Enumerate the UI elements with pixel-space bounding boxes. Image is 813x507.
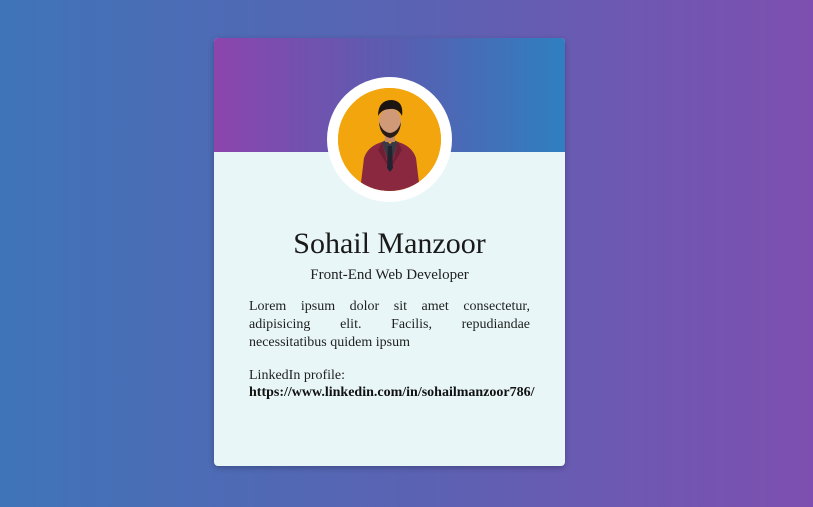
profile-name: Sohail Manzoor	[293, 227, 486, 260]
profile-photo	[338, 88, 441, 191]
avatar	[338, 88, 441, 191]
avatar-frame	[327, 77, 452, 202]
profile-bio: Lorem ipsum dolor sit amet consectetur, …	[249, 299, 530, 350]
linkedin-link[interactable]: https://www.linkedin.com/in/sohailmanzoo…	[249, 384, 534, 402]
profile-role: Front-End Web Developer	[310, 267, 469, 283]
profile-card: Sohail Manzoor Front-End Web Developer L…	[214, 38, 565, 466]
linkedin-label: LinkedIn profile:	[249, 368, 346, 383]
